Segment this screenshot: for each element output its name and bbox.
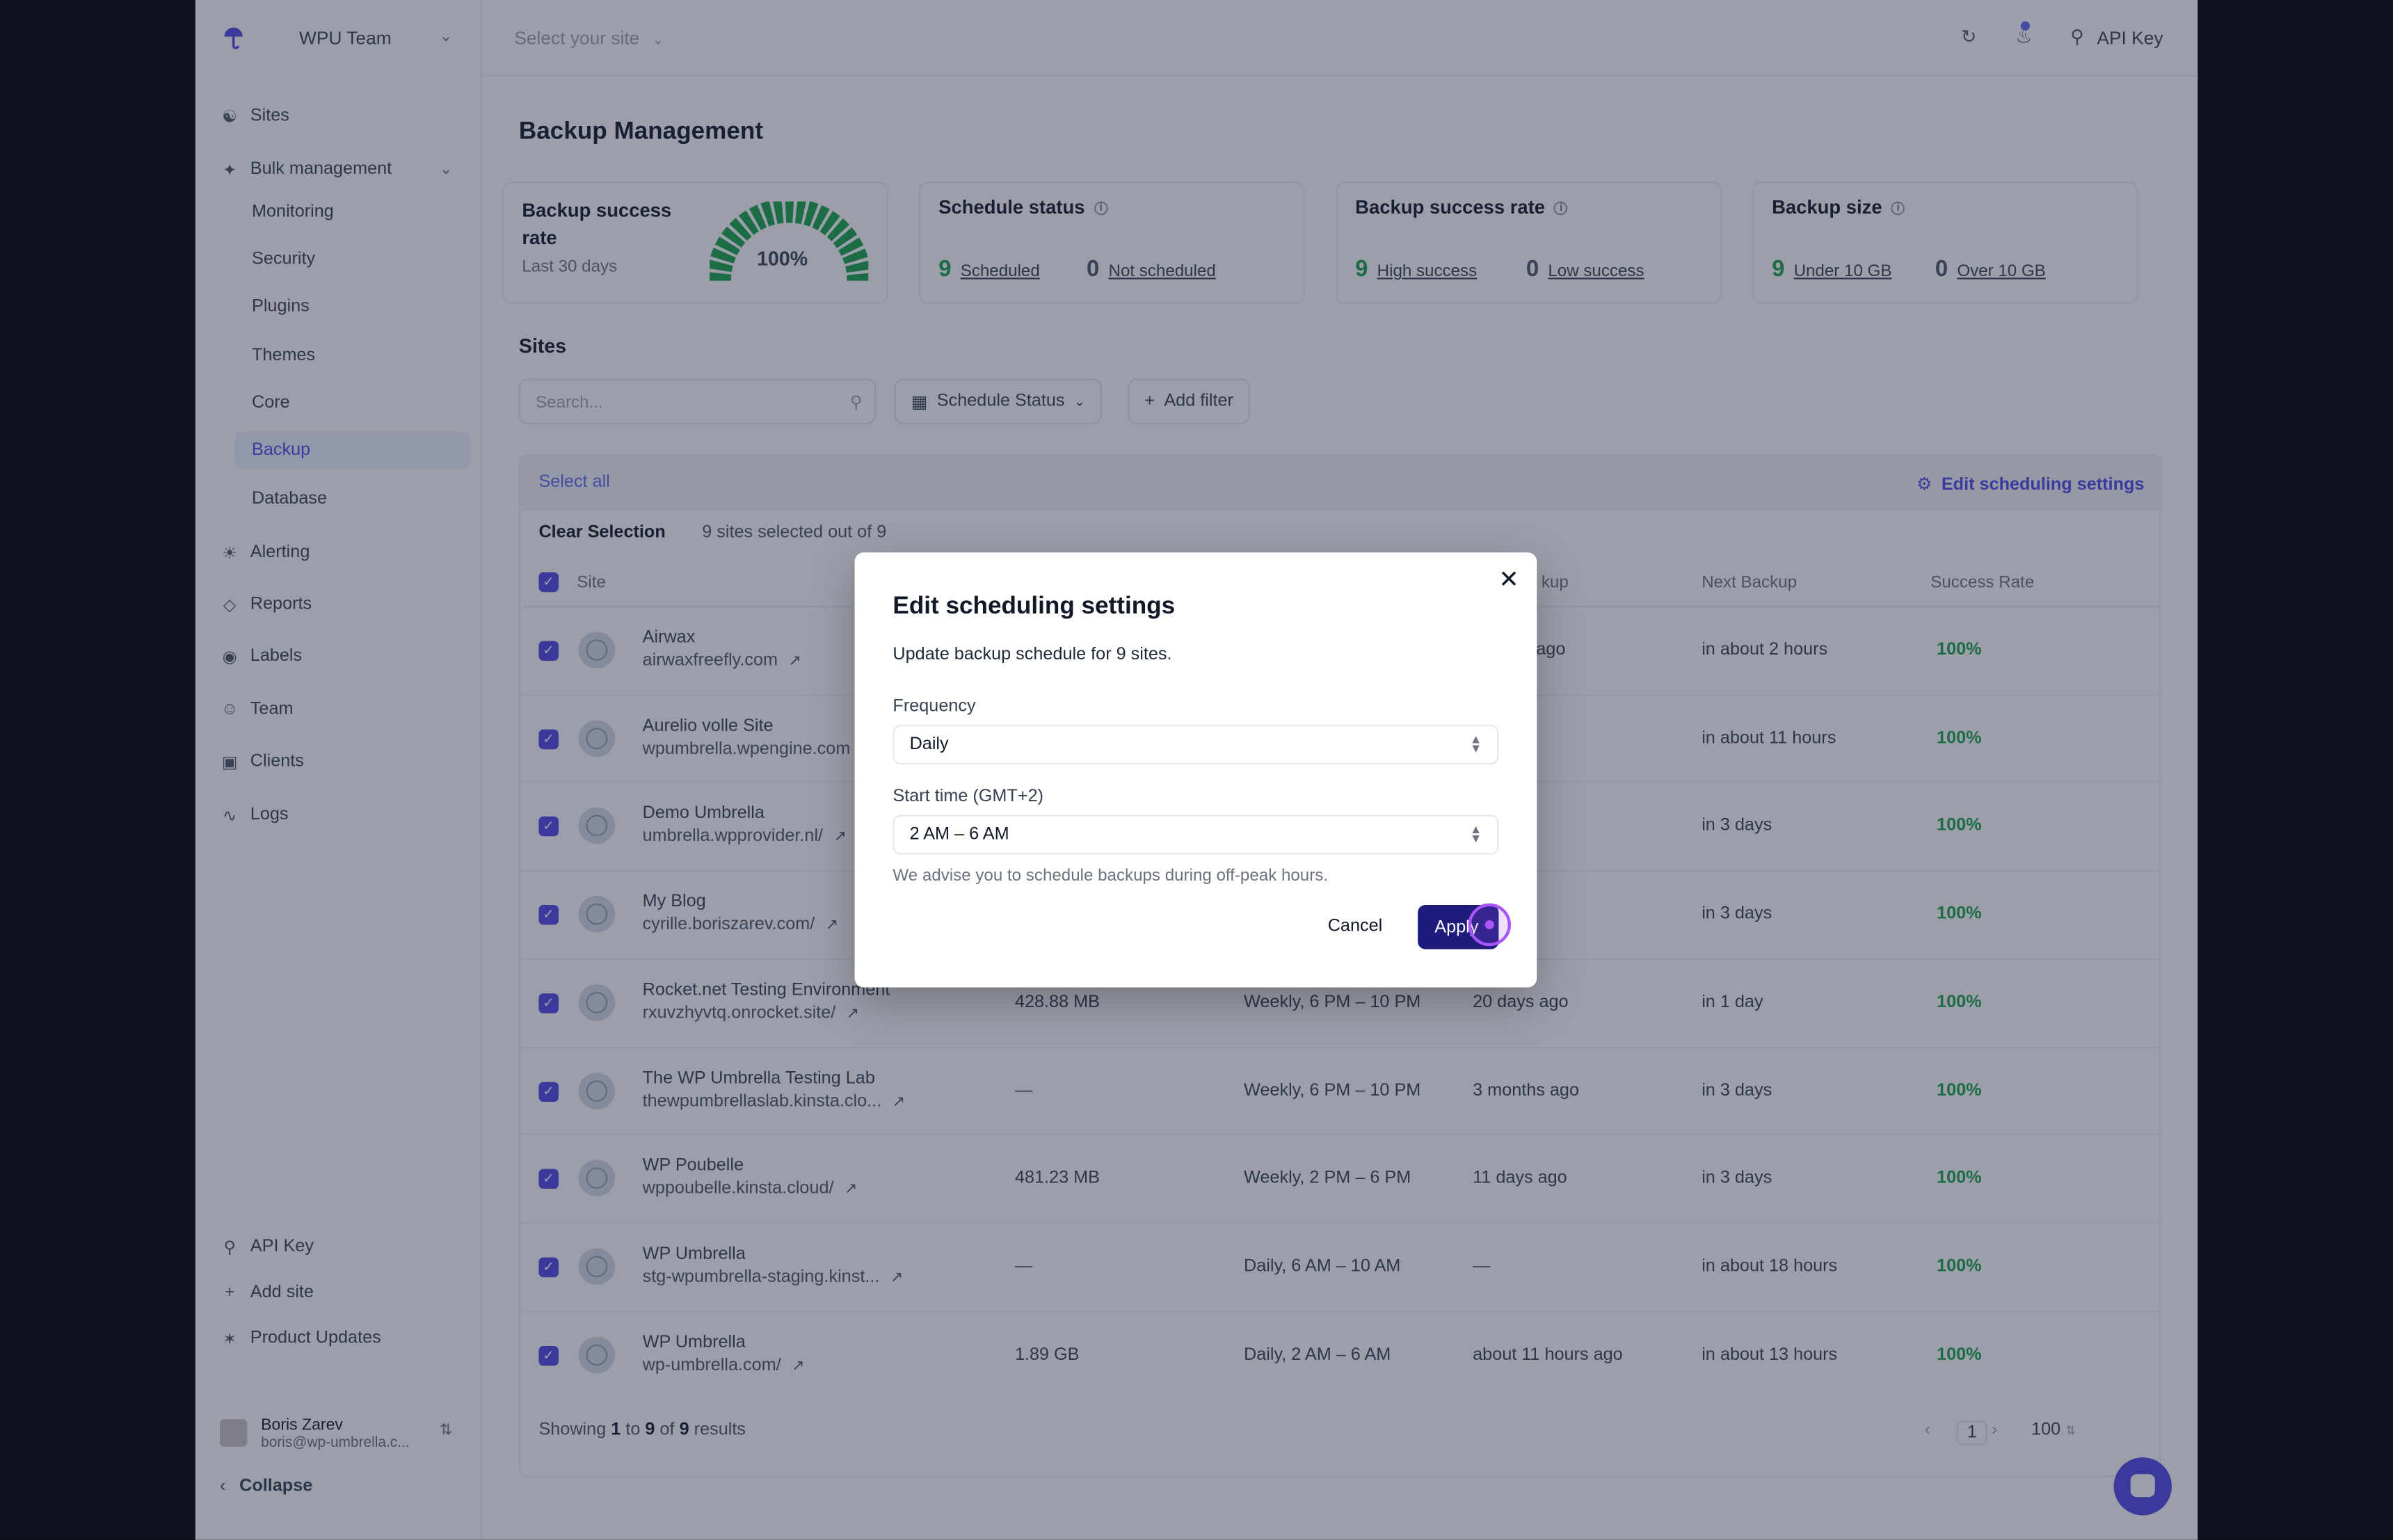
start-time-select[interactable]: 2 AM – 6 AM ▲ ▼ bbox=[893, 815, 1499, 855]
cancel-button[interactable]: Cancel bbox=[1315, 905, 1395, 947]
click-indicator bbox=[1468, 903, 1511, 947]
frequency-value: Daily bbox=[909, 735, 949, 754]
start-time-value: 2 AM – 6 AM bbox=[909, 825, 1009, 844]
frequency-select[interactable]: Daily ▲ ▼ bbox=[893, 725, 1499, 765]
chevron-up-down-icon: ▲ ▼ bbox=[1469, 822, 1482, 846]
edit-scheduling-modal: Edit scheduling settings ✕ Update backup… bbox=[854, 552, 1537, 988]
off-peak-hint: We advise you to schedule backups during… bbox=[893, 867, 1329, 885]
frequency-label: Frequency bbox=[893, 697, 976, 716]
modal-title: Edit scheduling settings bbox=[893, 593, 1176, 620]
start-time-label: Start time (GMT+2) bbox=[893, 787, 1044, 806]
modal-description: Update backup schedule for 9 sites. bbox=[893, 645, 1172, 664]
chevron-up-down-icon: ▲ ▼ bbox=[1469, 732, 1482, 755]
close-icon[interactable]: ✕ bbox=[1498, 565, 1519, 595]
